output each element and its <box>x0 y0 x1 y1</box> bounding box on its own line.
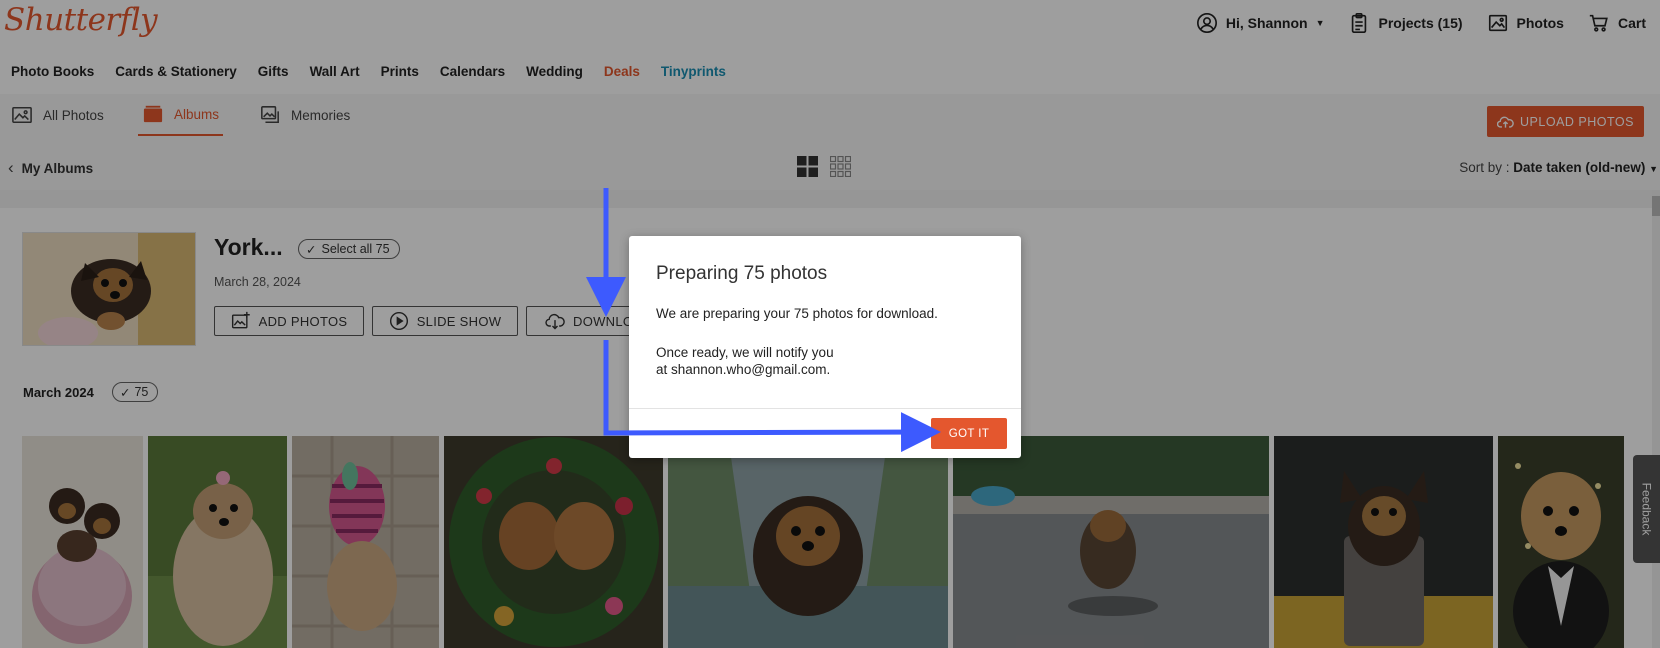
dialog-title: Preparing 75 photos <box>656 263 828 284</box>
dialog-note: Once ready, we will notify you at shanno… <box>656 344 986 378</box>
dialog-note-line2: at shannon.who@gmail.com. <box>656 362 831 377</box>
got-it-button[interactable]: GOT IT <box>931 418 1007 449</box>
dialog-note-line1: Once ready, we will notify you <box>656 345 834 360</box>
dialog-divider <box>629 408 1021 409</box>
dialog-message: We are preparing your 75 photos for down… <box>656 306 938 321</box>
download-prep-dialog: Preparing 75 photos We are preparing you… <box>629 236 1021 458</box>
